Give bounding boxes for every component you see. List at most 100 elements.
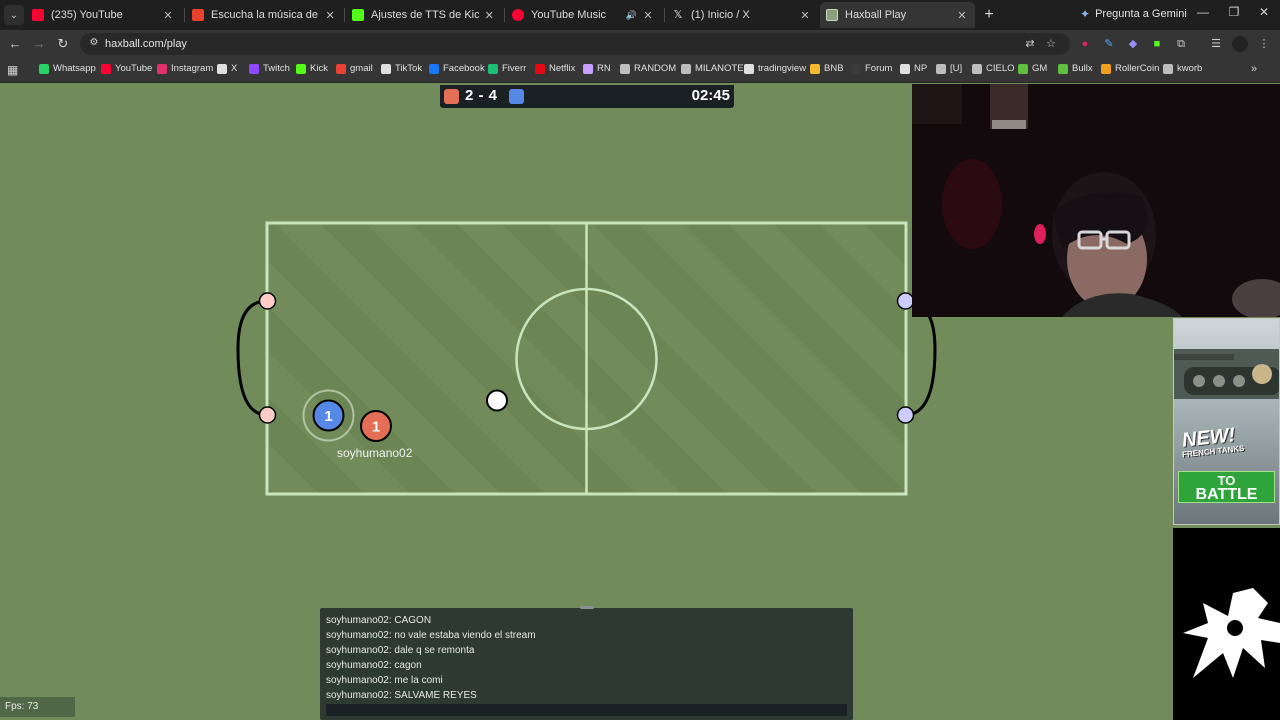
bookmark-netflix[interactable]: Netflix — [535, 63, 575, 74]
apps-grid-icon[interactable]: ▦ — [7, 63, 18, 77]
bookmark-label: RollerCoin — [1115, 63, 1160, 74]
chat-log: soyhumano02: CAGON soyhumano02: no vale … — [326, 613, 536, 703]
tab-x-inicio[interactable]: 𝕏 (1) Inicio / X ✕ — [666, 2, 818, 28]
bookmark-instagram[interactable]: Instagram — [157, 63, 213, 74]
bookmark-forum[interactable]: Forum — [851, 63, 892, 74]
ask-gemini-button[interactable]: ✦ Pregunta a Gemini — [1080, 7, 1187, 21]
chat-message: soyhumano02: SALVAME REYES — [326, 690, 477, 701]
bookmark-favicon-icon — [249, 63, 259, 74]
bookmark-label: X — [231, 63, 238, 74]
bookmark-rollercoin[interactable]: RollerCoin — [1101, 63, 1159, 74]
bookmark-fiverr[interactable]: Fiverr — [488, 63, 526, 74]
to-battle-button[interactable]: TO BATTLE — [1178, 471, 1275, 503]
game-area[interactable]: 1 1 soyhumano02 2 - 4 02:45 NEW! FRENCH … — [0, 84, 1280, 720]
tab-label: Escucha la música de STRI NW — [211, 9, 321, 21]
more-bookmarks-icon[interactable]: » — [1251, 63, 1257, 75]
speaker-icon[interactable]: 🔊 — [626, 10, 637, 21]
bookmark-np[interactable]: NP — [900, 63, 927, 74]
bookmark-label: BNB — [824, 63, 844, 74]
bookmark-favicon-icon — [810, 63, 820, 74]
bookmark-milanote[interactable]: MILANOTE — [681, 63, 744, 74]
bookmark-cielo[interactable]: CIELO — [972, 63, 1015, 74]
close-icon[interactable]: ✕ — [641, 9, 655, 22]
tank-image — [1174, 349, 1279, 399]
close-window-icon[interactable]: ✕ — [1254, 5, 1274, 19]
bookmark-label: Twitch — [263, 63, 290, 74]
profile-avatar[interactable] — [1232, 36, 1248, 52]
bookmark-kworb[interactable]: kworb — [1163, 63, 1202, 74]
left-goal-post-top — [258, 292, 277, 310]
red-player-number: 1 — [372, 419, 380, 436]
chat-message: soyhumano02: cagon — [326, 660, 422, 671]
youtube-icon — [32, 9, 44, 21]
bookmark-favicon-icon — [1101, 63, 1111, 74]
chat-input[interactable] — [326, 704, 847, 716]
bookmark-favicon-icon — [972, 63, 982, 74]
bookmark-gm[interactable]: GM — [1018, 63, 1047, 74]
player-name-label: soyhumano02 — [337, 446, 413, 460]
address-bar[interactable]: ⚙ haxball.com/play — [80, 33, 1070, 55]
kick-extension-icon[interactable]: ■ — [1149, 36, 1165, 52]
bookmark-tiktok[interactable]: TikTok — [381, 63, 422, 74]
kickbot-icon — [352, 9, 364, 21]
extension-icon[interactable]: ✎ — [1101, 36, 1117, 52]
new-tab-button[interactable]: + — [979, 5, 999, 25]
tab-kickbot[interactable]: Ajustes de TTS de KickBot ✕ — [346, 2, 501, 28]
close-icon[interactable]: ✕ — [798, 9, 812, 22]
bookmark-favicon-icon — [900, 63, 910, 74]
bookmark-favicon-icon — [39, 63, 49, 74]
bookmark-gmail[interactable]: gmail — [336, 63, 373, 74]
reload-icon[interactable]: ↻ — [54, 35, 72, 53]
bookmark-whatsapp[interactable]: Whatsapp — [39, 63, 96, 74]
translate-icon[interactable]: ⇄ — [1022, 36, 1038, 52]
close-icon[interactable]: ✕ — [161, 9, 175, 22]
bookmark-label: GM — [1032, 63, 1048, 74]
record-extension-icon[interactable]: ● — [1077, 36, 1093, 52]
close-icon[interactable]: ✕ — [325, 9, 335, 22]
bookmark-bullx[interactable]: Bullx — [1058, 63, 1093, 74]
bookmark-rn[interactable]: RN — [583, 63, 611, 74]
bookmark-facebook[interactable]: Facebook — [429, 63, 485, 74]
bookmark-random[interactable]: RANDOM — [620, 63, 676, 74]
tab-bandcamp[interactable]: Escucha la música de STRI NW ✕ — [186, 2, 341, 28]
bookmark-favicon-icon — [744, 63, 754, 74]
left-goal-post-bottom — [258, 406, 277, 424]
back-arrow-icon[interactable]: ← — [6, 35, 24, 53]
bookmark-x[interactable]: X — [217, 63, 237, 74]
bookmark-u[interactable]: [U] — [936, 63, 962, 74]
tab-haxball[interactable]: Haxball Play ✕ — [820, 2, 975, 28]
tab-search-button[interactable]: ⌄ — [4, 5, 24, 25]
bookmark-tradingview[interactable]: tradingview — [744, 63, 806, 74]
bookmark-twitch[interactable]: Twitch — [249, 63, 290, 74]
bookmark-favicon-icon — [583, 63, 593, 74]
reading-list-icon[interactable]: ☰ — [1208, 36, 1224, 52]
chat-panel: soyhumano02: CAGON soyhumano02: no vale … — [320, 606, 853, 720]
chat-resize-handle[interactable] — [580, 606, 594, 609]
bookmark-favicon-icon — [620, 63, 630, 74]
close-icon[interactable]: ✕ — [483, 9, 495, 22]
bookmark-label: CIELO — [986, 63, 1015, 74]
restore-icon[interactable]: ❐ — [1224, 5, 1244, 19]
bookmark-label: Forum — [865, 63, 893, 74]
extensions-puzzle-icon[interactable]: ⧉ — [1173, 36, 1189, 52]
bookmark-bnb[interactable]: BNB — [810, 63, 844, 74]
ad-banner[interactable]: NEW! FRENCH TANKS TO BATTLE — [1173, 318, 1280, 525]
minimize-icon[interactable]: — — [1193, 5, 1213, 19]
bookmark-label: kworb — [1177, 63, 1203, 74]
site-info-icon[interactable]: ⚙ — [87, 37, 101, 51]
bookmark-youtube[interactable]: YouTube — [101, 63, 152, 74]
bookmark-star-icon[interactable]: ☆ — [1043, 36, 1059, 52]
tab-youtube[interactable]: (235) YouTube ✕ — [26, 2, 181, 28]
forward-arrow-icon[interactable]: → — [30, 35, 48, 53]
haxball-icon — [826, 9, 838, 21]
close-icon[interactable]: ✕ — [955, 9, 969, 22]
bookmark-kick[interactable]: Kick — [296, 63, 328, 74]
bookmark-favicon-icon — [296, 63, 306, 74]
tab-label: (1) Inicio / X — [691, 9, 750, 21]
menu-dots-icon[interactable]: ⋮ — [1256, 36, 1272, 52]
tab-youtube-music[interactable]: YouTube Music 🔊 ✕ — [506, 2, 661, 28]
bookmark-label: RN — [597, 63, 611, 74]
tab-label: Ajustes de TTS de KickBot — [371, 9, 480, 21]
x-icon: 𝕏 — [673, 9, 683, 21]
extension-icon[interactable]: ◆ — [1125, 36, 1141, 52]
